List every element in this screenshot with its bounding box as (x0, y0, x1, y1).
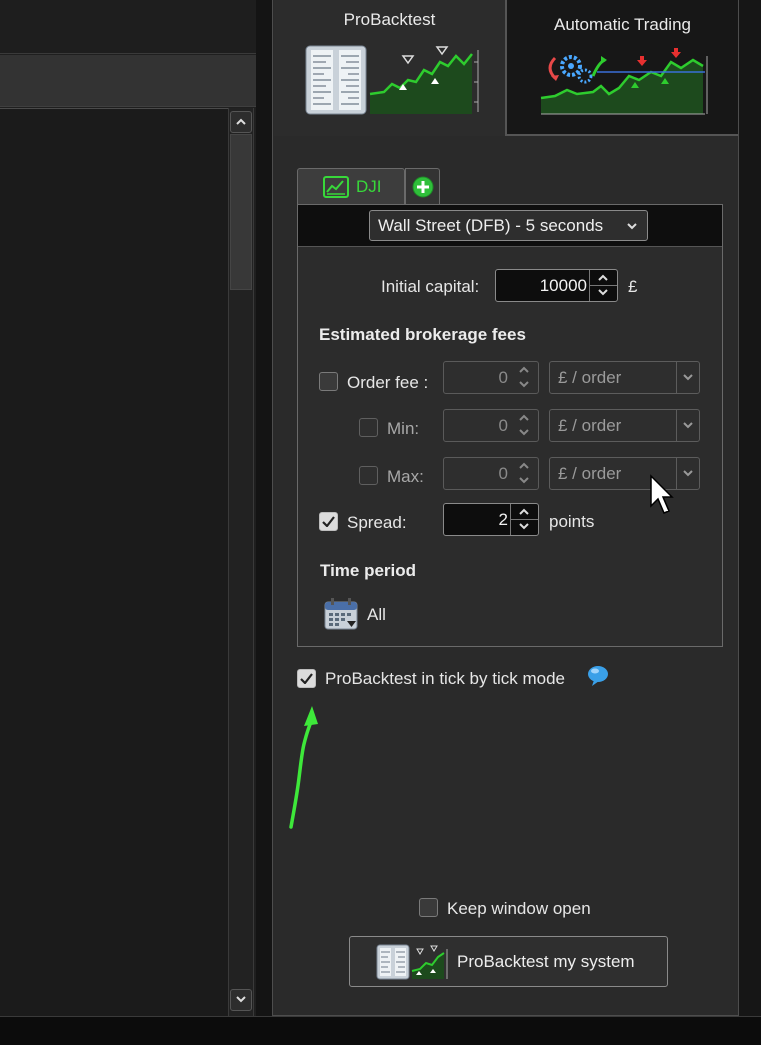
backtest-chart-icon (305, 45, 479, 115)
initial-capital-input[interactable]: 10000 (495, 269, 618, 302)
initial-capital-value: 10000 (539, 276, 587, 295)
tick-mode-checkbox[interactable] (297, 669, 316, 688)
scroll-thumb[interactable] (230, 134, 252, 290)
max-fee-unit-dropdown[interactable]: £ / order (549, 457, 700, 490)
increment-button[interactable] (511, 410, 538, 425)
min-fee-value: 0 (498, 416, 508, 435)
increment-button[interactable] (511, 362, 538, 377)
time-period-value[interactable]: All (367, 605, 386, 625)
max-fee-unit: £ / order (558, 464, 622, 483)
decrement-button[interactable] (590, 285, 617, 300)
status-bar (0, 1016, 761, 1045)
keep-window-open-checkbox[interactable] (419, 898, 438, 917)
annotation-arrow-icon (289, 706, 318, 829)
chevron-down-icon (627, 223, 637, 230)
order-fee-unit-dropdown[interactable]: £ / order (549, 361, 700, 394)
spread-value: 2 (498, 510, 508, 529)
max-fee-stepper[interactable] (511, 458, 538, 489)
order-fee-input[interactable]: 0 (443, 361, 539, 394)
decrement-button[interactable] (511, 425, 538, 440)
increment-button[interactable] (511, 504, 538, 520)
chevron-down-icon (683, 422, 693, 429)
time-period-heading: Time period (320, 561, 417, 580)
window-edge (739, 0, 761, 1016)
probacktest-my-system-button[interactable]: ProBacktest my system (349, 936, 668, 987)
plus-icon (412, 176, 434, 198)
keep-window-open-label: Keep window open (447, 899, 591, 918)
scroll-down-button[interactable] (230, 989, 252, 1011)
order-fee-label: Order fee : (347, 373, 429, 392)
mouse-cursor-icon (650, 474, 674, 514)
scroll-up-button[interactable] (230, 111, 252, 133)
editor-title-area (0, 0, 256, 54)
panel-gap (256, 0, 272, 1016)
tab-instrument[interactable]: DJI (297, 168, 405, 204)
increment-button[interactable] (590, 270, 617, 286)
spread-label: Spread: (347, 513, 407, 532)
max-fee-checkbox[interactable] (359, 466, 378, 485)
spread-unit: points (549, 512, 595, 531)
min-fee-unit: £ / order (558, 416, 622, 435)
chevron-down-icon (683, 470, 693, 477)
initial-capital-stepper[interactable] (589, 270, 617, 301)
increment-button[interactable] (511, 458, 538, 473)
initial-capital-label: Initial capital: (381, 277, 480, 296)
chart-icon (323, 176, 349, 198)
checkmark-icon (322, 516, 335, 527)
min-fee-label: Min: (387, 419, 420, 438)
checkmark-icon (300, 673, 313, 684)
order-fee-checkbox[interactable] (319, 372, 338, 391)
tab-probacktest-label: ProBacktest (343, 10, 436, 29)
order-fee-unit: £ / order (558, 368, 622, 387)
calendar-icon[interactable] (323, 597, 359, 631)
tab-probacktest[interactable]: ProBacktest (274, 0, 506, 136)
spread-input[interactable]: 2 (443, 503, 539, 536)
tab-automatic-trading-label: Automatic Trading (553, 15, 691, 34)
tab-automatic-trading[interactable]: Automatic Trading (506, 0, 738, 136)
decrement-button[interactable] (511, 473, 538, 488)
code-editor-area[interactable] (0, 108, 228, 1016)
info-bubble-icon[interactable] (586, 665, 610, 687)
min-fee-input[interactable]: 0 (443, 409, 539, 442)
brokerage-fees-heading: Estimated brokerage fees (319, 325, 526, 344)
currency-label: £ (628, 277, 638, 296)
order-fee-value: 0 (498, 368, 508, 387)
max-fee-label: Max: (387, 467, 424, 486)
decrement-button[interactable] (511, 377, 538, 392)
max-fee-value: 0 (498, 464, 508, 483)
chevron-down-icon (683, 374, 693, 381)
tick-mode-label: ProBacktest in tick by tick mode (325, 669, 565, 688)
editor-toolbar (0, 55, 256, 107)
decrement-button[interactable] (511, 519, 538, 534)
min-fee-stepper[interactable] (511, 410, 538, 441)
order-fee-stepper[interactable] (511, 362, 538, 393)
backtest-run-icon (376, 944, 448, 980)
max-fee-input[interactable]: 0 (443, 457, 539, 490)
add-instrument-button[interactable] (405, 168, 440, 204)
min-fee-checkbox[interactable] (359, 418, 378, 437)
run-button-label: ProBacktest my system (457, 952, 635, 971)
instrument-tab-label: DJI (356, 177, 382, 196)
timeframe-dropdown[interactable]: Wall Street (DFB) - 5 seconds (369, 210, 648, 241)
spread-checkbox[interactable] (319, 512, 338, 531)
timeframe-value: Wall Street (DFB) - 5 seconds (378, 216, 604, 235)
min-fee-unit-dropdown[interactable]: £ / order (549, 409, 700, 442)
automatic-trading-icon (540, 48, 708, 115)
editor-scrollbar[interactable] (228, 108, 254, 1016)
spread-stepper[interactable] (510, 504, 538, 535)
